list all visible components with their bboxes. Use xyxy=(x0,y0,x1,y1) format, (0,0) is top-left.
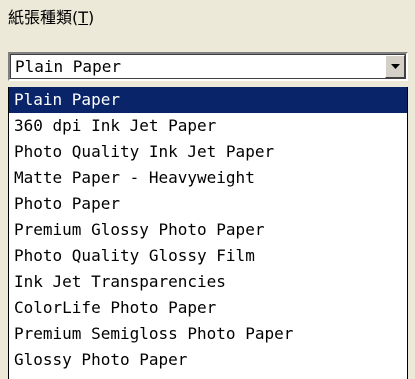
dropdown-button[interactable] xyxy=(385,55,405,78)
dropdown-option[interactable]: Premium Semigloss Photo Paper xyxy=(9,321,407,347)
dropdown-option[interactable]: 360 dpi Ink Jet Paper xyxy=(9,113,407,139)
dropdown-option[interactable]: Premium Glossy Photo Paper xyxy=(9,217,407,243)
paper-type-label-suffix: ) xyxy=(88,8,95,27)
chevron-down-icon xyxy=(390,63,400,70)
dropdown-option[interactable]: Matte Paper - Heavyweight xyxy=(9,165,407,191)
paper-type-dropdown-list[interactable]: Plain Paper 360 dpi Ink Jet Paper Photo Qu… xyxy=(8,87,408,379)
dropdown-option[interactable]: Glossy Photo Paper xyxy=(9,347,407,373)
dropdown-option[interactable]: Ink Jet Transparencies xyxy=(9,269,407,295)
paper-type-mnemonic: T xyxy=(78,8,89,27)
paper-type-selected-value: Plain Paper xyxy=(15,57,121,76)
dropdown-option[interactable]: Photo Quality Glossy Film xyxy=(9,243,407,269)
dropdown-option[interactable]: Plain Paper xyxy=(9,87,407,113)
paper-type-combobox[interactable]: Plain Paper xyxy=(8,52,408,81)
dropdown-option[interactable]: Photo Paper xyxy=(9,191,407,217)
dropdown-option[interactable]: Photo Quality Ink Jet Paper xyxy=(9,139,407,165)
dropdown-option[interactable]: ColorLife Photo Paper xyxy=(9,295,407,321)
paper-type-label-text: 紙張種類( xyxy=(8,8,79,27)
paper-type-label: 紙張種類(T) xyxy=(8,7,94,29)
